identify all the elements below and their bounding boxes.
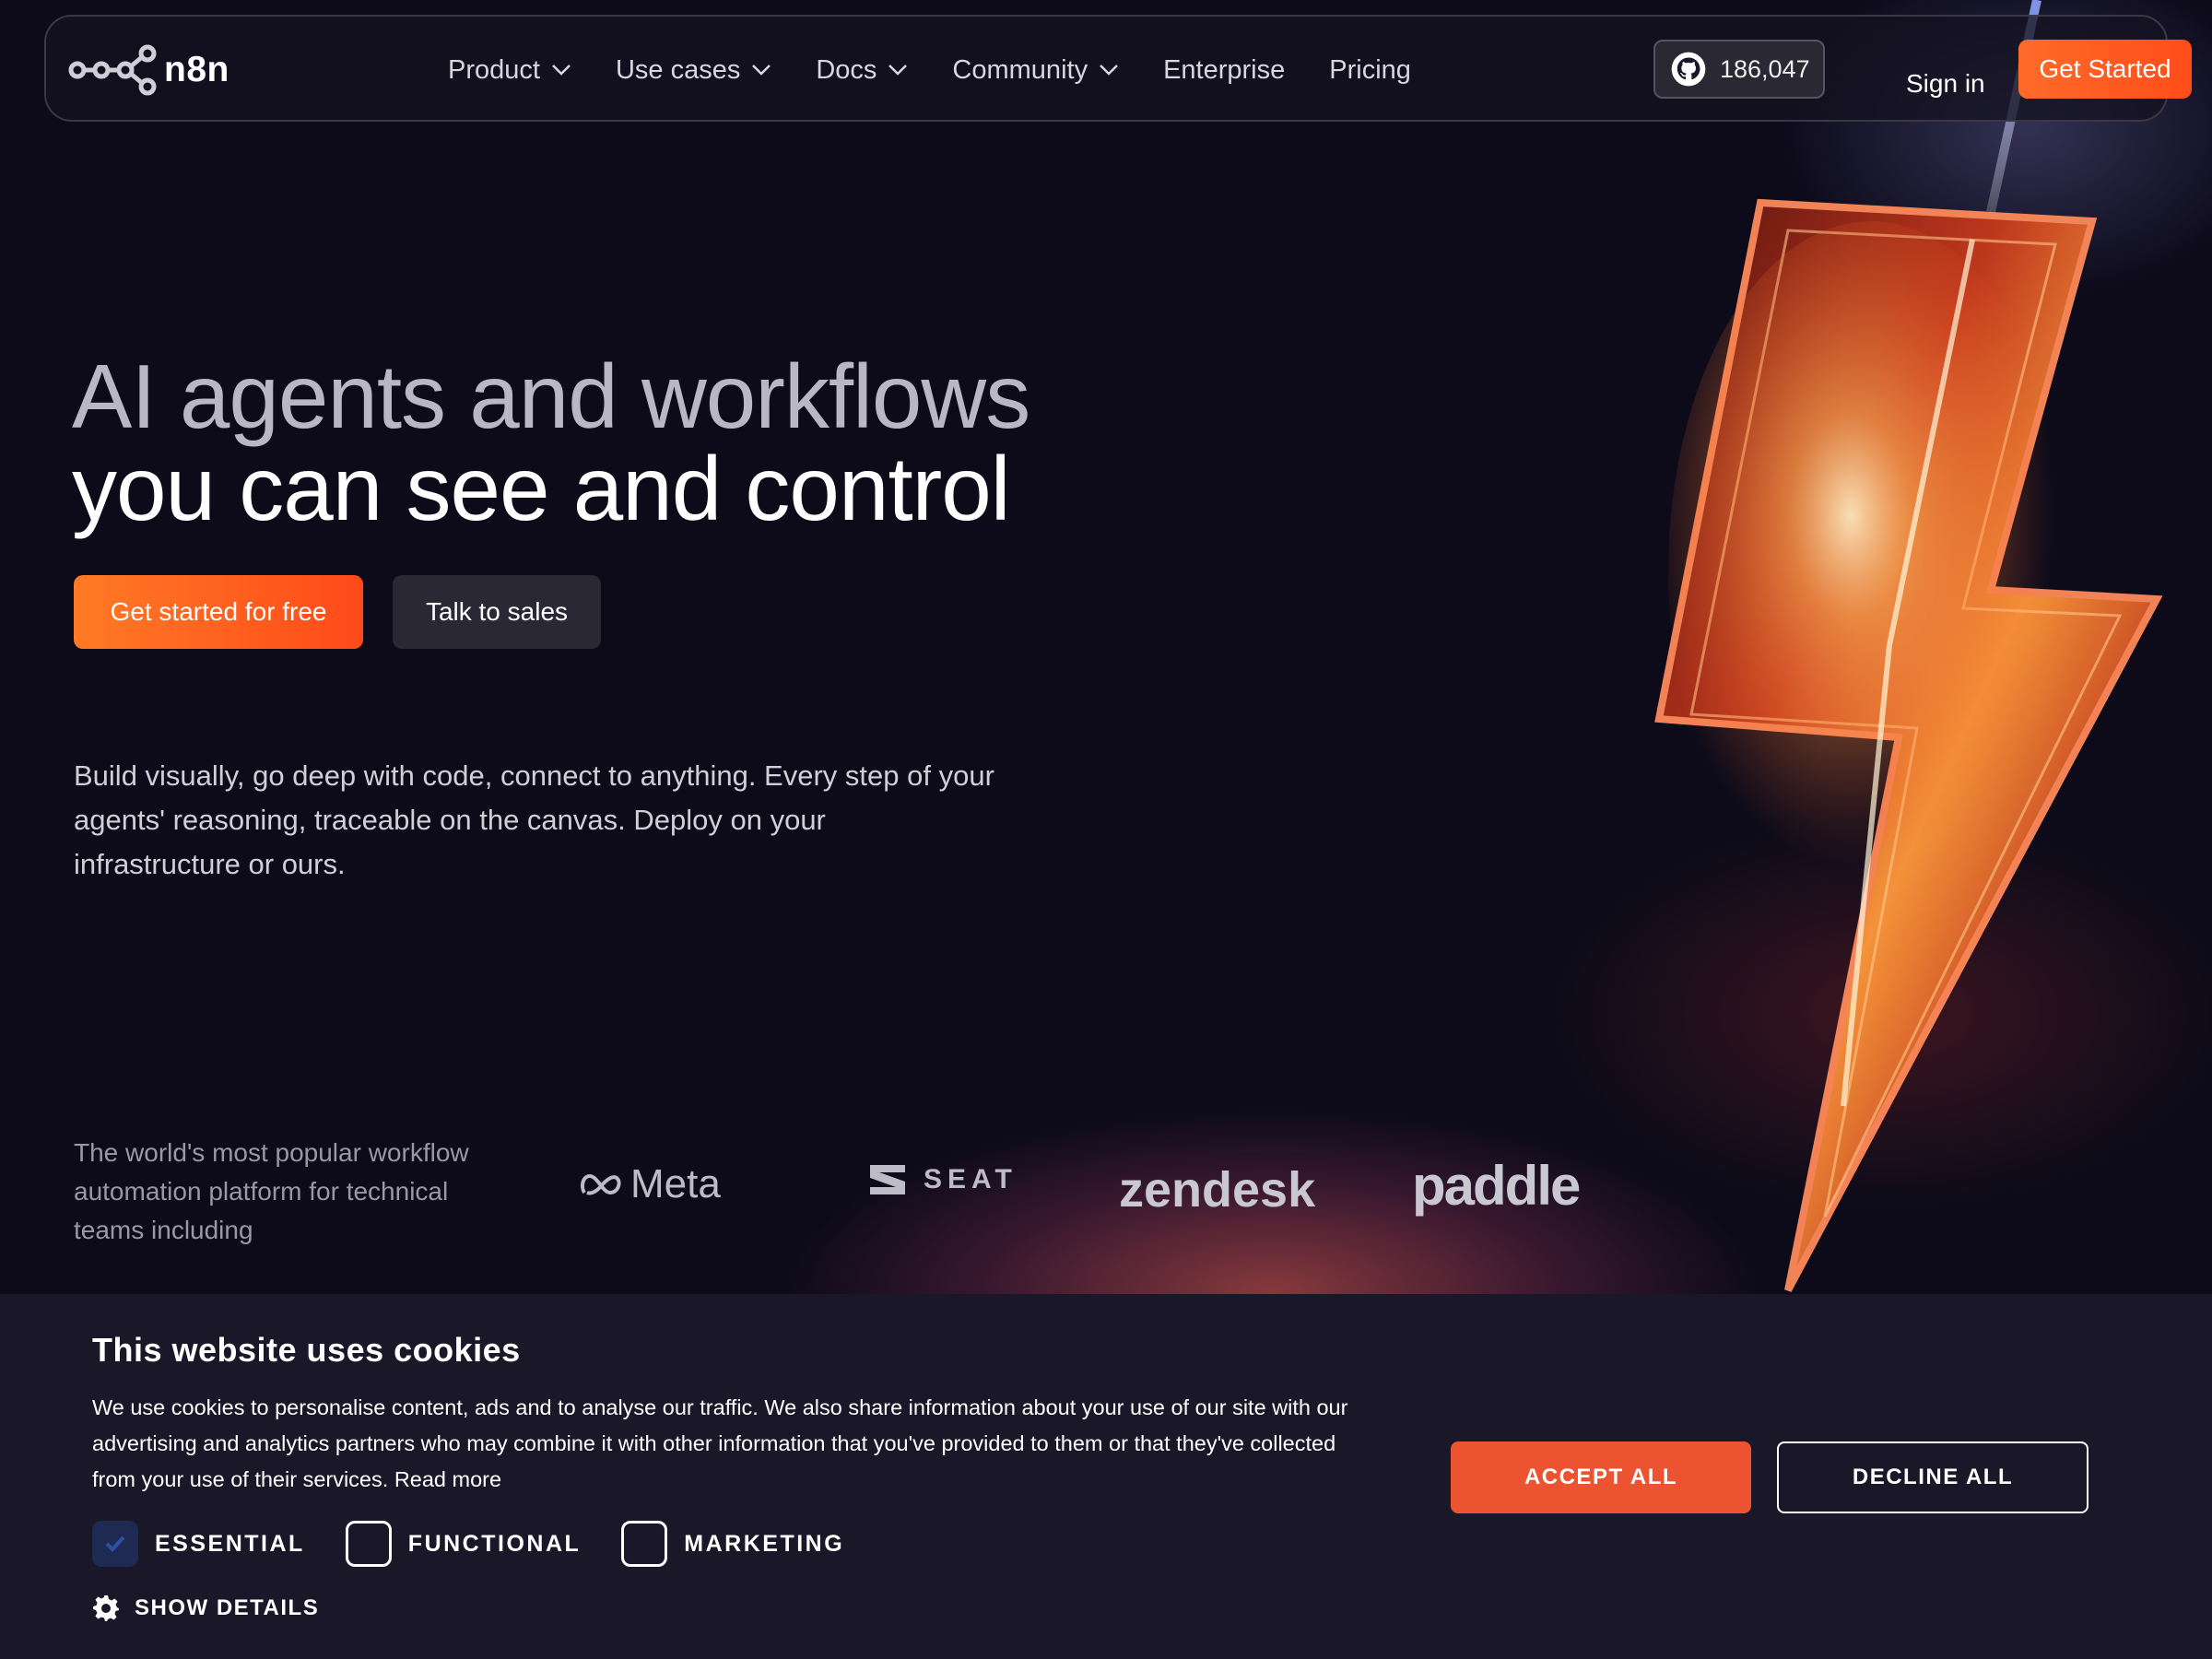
headline-line-1: AI agents and workflows (72, 346, 1030, 447)
nav-item-label: Enterprise (1163, 54, 1286, 85)
customers-tagline: The world's most popular workflow automa… (74, 1138, 469, 1244)
cookie-body: We use cookies to personalise content, a… (92, 1390, 1382, 1498)
essential-label: ESSENTIAL (155, 1530, 305, 1557)
nav-item-enterprise[interactable]: Enterprise (1163, 55, 1285, 86)
cookie-options: ESSENTIAL FUNCTIONAL MARKETING (92, 1521, 885, 1567)
cookie-option-essential[interactable]: ESSENTIAL (92, 1521, 305, 1567)
lightning-bolt-illustration (1654, 0, 2163, 1292)
headline-line-2: you can see and control (72, 438, 1011, 539)
marketing-checkbox[interactable] (621, 1521, 668, 1567)
chevron-down-icon (1100, 65, 1118, 76)
n8n-logo[interactable]: n8n (68, 44, 229, 96)
paddle-logo-text: paddle (1412, 1155, 1581, 1217)
zendesk-logo-text: zendesk (1119, 1162, 1316, 1218)
cookie-title: This website uses cookies (92, 1331, 521, 1369)
cookie-banner: This website uses cookies We use cookies… (0, 1294, 2212, 1659)
marketing-label: MARKETING (684, 1530, 845, 1557)
talk-to-sales-button[interactable]: Talk to sales (393, 575, 601, 649)
nav-item-label: Product (448, 54, 540, 85)
meta-infinity-icon (581, 1173, 621, 1195)
sign-in-link[interactable]: Sign in (1906, 68, 1985, 100)
nav-item-community[interactable]: Community (952, 55, 1119, 86)
nav-item-product[interactable]: Product (448, 55, 571, 86)
paddle-logo: paddle (1412, 1154, 1581, 1218)
nav-item-label: Docs (816, 54, 877, 85)
chevron-down-icon (752, 65, 771, 76)
brand-name: n8n (164, 50, 229, 89)
nav-item-label: Use cases (615, 54, 741, 85)
nav-item-pricing[interactable]: Pricing (1329, 55, 1411, 86)
cookie-option-marketing[interactable]: MARKETING (621, 1521, 844, 1567)
hero-headline: AI agents and workflows you can see and … (72, 350, 1086, 535)
meta-logo: Meta (579, 1161, 721, 1207)
github-icon (1671, 52, 1706, 87)
nav-item-label: Community (952, 54, 1088, 85)
chevron-down-icon (552, 65, 571, 76)
checkmark-icon (105, 1535, 125, 1552)
nav-item-docs[interactable]: Docs (816, 55, 908, 86)
get-started-free-button[interactable]: Get started for free (74, 575, 363, 649)
seat-mark-icon (870, 1165, 905, 1194)
seat-logo: SEAT (866, 1161, 1018, 1198)
github-star-count: 186,047 (1720, 54, 1810, 83)
seat-logo-text: SEAT (924, 1164, 1018, 1194)
gear-icon (93, 1595, 119, 1621)
nav-links: Product Use cases Docs Community Enterpr… (448, 17, 1455, 124)
cookie-option-functional[interactable]: FUNCTIONAL (345, 1521, 582, 1567)
decline-all-button[interactable]: DECLINE ALL (1777, 1441, 2088, 1513)
github-stars-button[interactable]: 186,047 (1653, 40, 1825, 99)
essential-checkbox[interactable] (92, 1521, 138, 1567)
chevron-down-icon (888, 65, 908, 76)
n8n-logo-icon (68, 44, 157, 96)
nav-item-label: Pricing (1329, 54, 1411, 85)
nav-item-use-cases[interactable]: Use cases (616, 55, 771, 86)
functional-checkbox[interactable] (345, 1521, 392, 1567)
cookie-body-text: We use cookies to personalise content, a… (92, 1395, 1348, 1491)
functional-label: FUNCTIONAL (407, 1530, 582, 1557)
meta-logo-text: Meta (630, 1161, 721, 1206)
accept-all-button[interactable]: ACCEPT ALL (1451, 1441, 1751, 1513)
get-started-button[interactable]: Get Started (2018, 40, 2192, 99)
read-more-link[interactable]: Read more (394, 1467, 501, 1491)
zendesk-logo: zendesk (1119, 1161, 1315, 1218)
show-details-toggle[interactable]: SHOW DETAILS (92, 1594, 319, 1622)
show-details-label: SHOW DETAILS (135, 1595, 320, 1620)
hero-subtext: Build visually, go deep with code, conne… (74, 759, 994, 880)
top-navbar: n8n Product Use cases Docs Community Ent… (44, 15, 2192, 124)
